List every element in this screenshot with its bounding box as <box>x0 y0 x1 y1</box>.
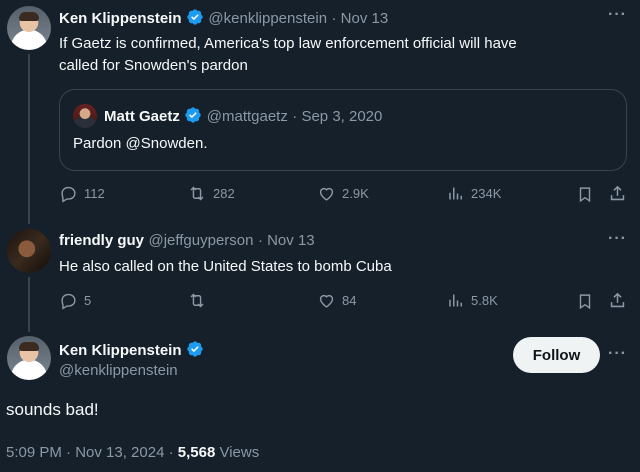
reply-icon <box>59 291 78 310</box>
repost-button[interactable] <box>187 291 213 310</box>
quote-author-handle: @mattgaetz <box>206 108 288 125</box>
author-handle[interactable]: @kenklippenstein <box>208 10 327 27</box>
bookmark-icon[interactable] <box>576 292 594 316</box>
author-name[interactable]: friendly guy <box>59 232 144 249</box>
verified-badge-icon <box>186 340 204 363</box>
more-icon[interactable]: ··· <box>608 230 627 248</box>
views-count: 5,568 <box>177 444 216 461</box>
share-icon[interactable] <box>608 184 627 208</box>
share-icon[interactable] <box>608 291 627 315</box>
like-button[interactable]: 84 <box>317 291 356 310</box>
thread-line <box>28 54 30 224</box>
reply-count: 5 <box>84 293 92 308</box>
views-button[interactable]: 5.8K <box>447 291 498 310</box>
thread-line <box>28 277 30 332</box>
follow-button[interactable]: Follow <box>513 337 600 373</box>
quote-header: Matt Gaetz @mattgaetz · Sep 3, 2020 <box>104 106 382 129</box>
tweet1-text-line2: called for Snowden's pardon <box>59 57 248 74</box>
more-icon[interactable]: ··· <box>608 345 627 363</box>
author-handle[interactable]: @kenklippenstein <box>59 362 178 379</box>
like-icon <box>317 291 336 310</box>
reply-button[interactable]: 5 <box>59 291 91 310</box>
verified-badge-icon <box>186 8 204 31</box>
views-icon <box>447 184 465 203</box>
verified-badge-icon <box>184 106 202 129</box>
tweet1-text: If Gaetz is confirmed, America's top law… <box>59 33 619 77</box>
main-tweet-text: sounds bad! <box>6 400 99 419</box>
views-label: Views <box>219 444 260 461</box>
reply-icon <box>59 184 78 203</box>
more-icon[interactable]: ··· <box>608 6 627 24</box>
author-name[interactable]: Ken Klippenstein <box>59 10 182 27</box>
tweet1-actions: 112 282 2.9K 234K <box>59 184 627 206</box>
quote-author-name: Matt Gaetz <box>104 108 180 125</box>
author-name[interactable]: Ken Klippenstein <box>59 342 182 359</box>
reply-count: 112 <box>84 186 105 201</box>
like-button[interactable]: 2.9K <box>317 184 369 203</box>
tweet-date[interactable]: · Nov 13 <box>258 232 315 249</box>
views-icon <box>447 291 465 310</box>
repost-icon <box>187 184 207 203</box>
views-button[interactable]: 234K <box>447 184 501 203</box>
tweet-timestamp[interactable]: 5:09 PM · Nov 13, 2024 · <box>6 444 174 461</box>
tweet-date[interactable]: · Nov 13 <box>332 10 389 27</box>
repost-button[interactable]: 282 <box>187 184 235 203</box>
avatar-ken-klippenstein[interactable] <box>7 336 51 380</box>
tweet2-header: friendly guy @jeffguyperson · Nov 13 <box>59 232 315 250</box>
bookmark-icon[interactable] <box>576 185 594 209</box>
main-author-name-row: Ken Klippenstein <box>59 340 204 363</box>
like-icon <box>317 184 336 203</box>
tweet-meta: 5:09 PM · Nov 13, 2024 · 5,568 Views <box>6 444 259 461</box>
like-count: 84 <box>342 293 357 308</box>
tweet1-header: Ken Klippenstein @kenklippenstein · Nov … <box>59 8 388 31</box>
quoted-tweet[interactable]: Matt Gaetz @mattgaetz · Sep 3, 2020 Pard… <box>59 89 627 171</box>
quote-text: Pardon @Snowden. <box>73 135 208 152</box>
author-handle[interactable]: @jeffguyperson <box>148 232 253 249</box>
views-count: 5.8K <box>471 293 498 308</box>
reply-button[interactable]: 112 <box>59 184 105 203</box>
avatar-friendly-guy[interactable] <box>7 229 51 273</box>
avatar-ken-klippenstein[interactable] <box>7 6 51 50</box>
tweet1-text-line1: If Gaetz is confirmed, America's top law… <box>59 35 517 52</box>
views-count: 234K <box>471 186 502 201</box>
tweet2-text: He also called on the United States to b… <box>59 258 392 275</box>
quote-date: · Sep 3, 2020 <box>292 108 383 125</box>
repost-count: 282 <box>213 186 235 201</box>
repost-icon <box>187 291 207 310</box>
like-count: 2.9K <box>342 186 369 201</box>
tweet2-actions: 5 84 5.8K <box>59 291 627 313</box>
avatar-matt-gaetz <box>73 104 97 128</box>
